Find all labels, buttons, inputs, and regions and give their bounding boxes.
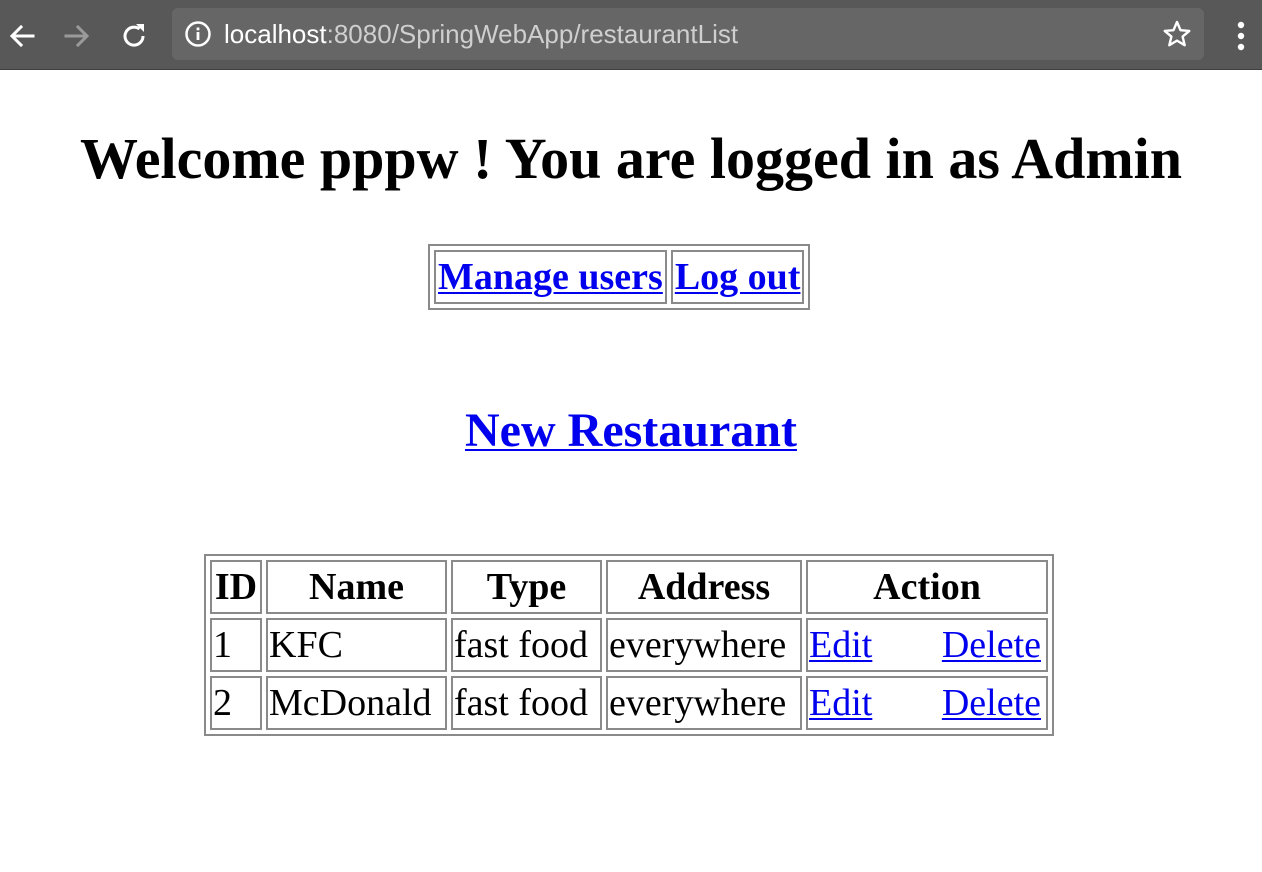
log-out-link[interactable]: Log out — [675, 256, 801, 298]
info-circle-icon[interactable] — [184, 20, 212, 48]
header-action: Action — [806, 560, 1048, 614]
table-row: 1 KFC fast food everywhere Edit Delete — [210, 618, 1048, 672]
new-restaurant-link[interactable]: New Restaurant — [465, 404, 797, 457]
cell-id: 2 — [210, 676, 262, 730]
edit-link[interactable]: Edit — [809, 678, 872, 728]
browser-toolbar: localhost:8080/SpringWebApp/restaurantLi… — [0, 0, 1262, 70]
cell-name: McDonald — [266, 676, 447, 730]
page-content: Welcome pppw ! You are logged in as Admi… — [0, 71, 1262, 872]
action-links: Edit Delete — [809, 620, 1041, 670]
header-name: Name — [266, 560, 447, 614]
arrow-left-icon — [9, 24, 35, 48]
url-path: :8080/SpringWebApp/restaurantList — [326, 19, 739, 49]
action-links: Edit Delete — [809, 678, 1041, 728]
address-bar[interactable]: localhost:8080/SpringWebApp/restaurantLi… — [172, 8, 1204, 60]
header-address: Address — [606, 560, 802, 614]
url-host: localhost — [224, 19, 327, 49]
edit-link[interactable]: Edit — [809, 620, 872, 670]
cell-id: 1 — [210, 618, 262, 672]
forward-button[interactable] — [55, 14, 99, 58]
table-row: 2 McDonald fast food everywhere Edit Del… — [210, 676, 1048, 730]
star-icon[interactable] — [1162, 19, 1192, 49]
cell-action: Edit Delete — [806, 618, 1048, 672]
nav-cell-manage-users: Manage users — [434, 250, 667, 304]
cell-address: everywhere — [606, 676, 802, 730]
new-restaurant-heading: New Restaurant — [0, 401, 1262, 461]
cell-action: Edit Delete — [806, 676, 1048, 730]
cell-address: everywhere — [606, 618, 802, 672]
arrow-right-icon — [64, 24, 90, 48]
cell-type: fast food — [451, 676, 602, 730]
header-id: ID — [210, 560, 262, 614]
cell-name: KFC — [266, 618, 447, 672]
header-type: Type — [451, 560, 602, 614]
cell-type: fast food — [451, 618, 602, 672]
url-text[interactable]: localhost:8080/SpringWebApp/restaurantLi… — [224, 18, 738, 50]
reload-button[interactable] — [112, 14, 156, 58]
table-header-row: ID Name Type Address Action — [210, 560, 1048, 614]
welcome-heading: Welcome pppw ! You are logged in as Admi… — [79, 126, 1183, 191]
nav-table: Manage users Log out — [428, 244, 811, 310]
kebab-menu-icon[interactable] — [1226, 16, 1256, 56]
reload-icon — [123, 24, 145, 47]
nav-cell-log-out: Log out — [670, 250, 805, 304]
back-button[interactable] — [0, 14, 44, 58]
delete-link[interactable]: Delete — [942, 620, 1041, 670]
restaurant-table: ID Name Type Address Action 1 KFC fast f… — [204, 554, 1054, 736]
manage-users-link[interactable]: Manage users — [438, 256, 663, 298]
delete-link[interactable]: Delete — [942, 678, 1041, 728]
